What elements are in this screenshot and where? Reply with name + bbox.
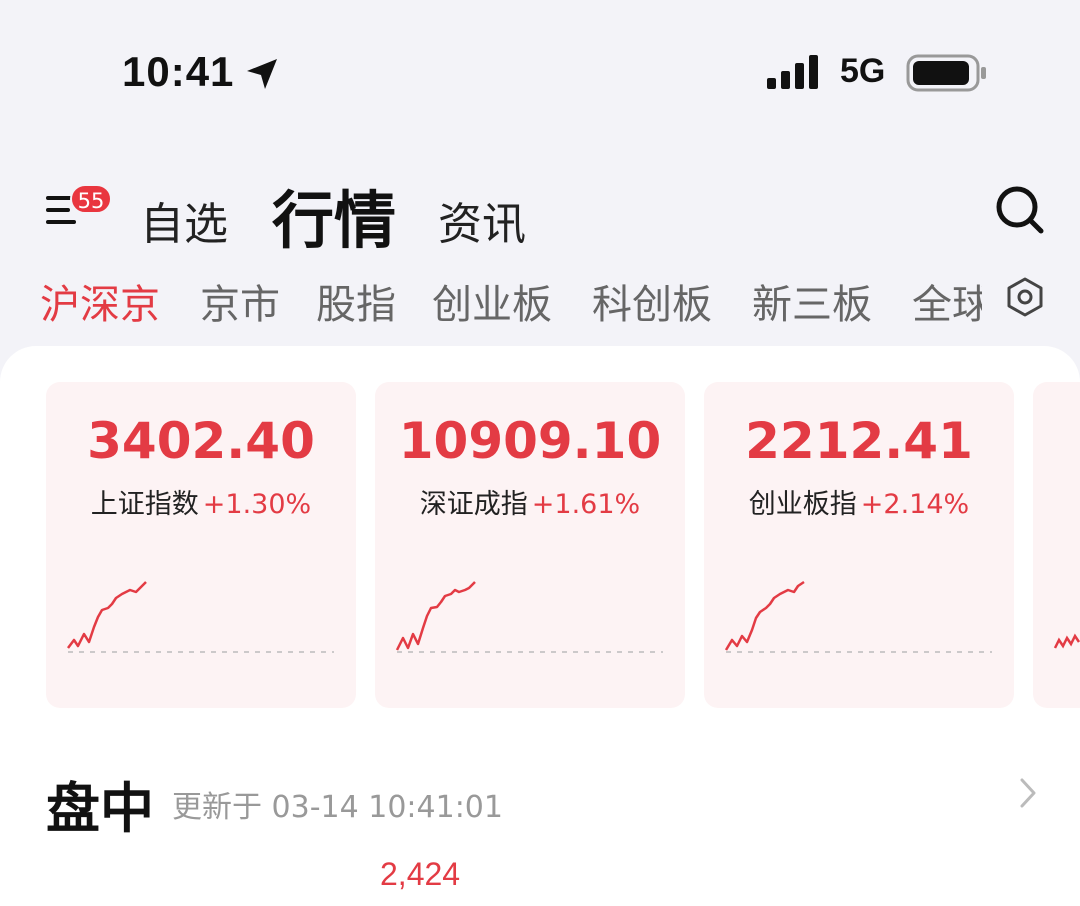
intraday-title: 盘中 xyxy=(46,777,154,840)
intraday-update-time: 更新于 03-14 10:41:01 xyxy=(172,790,503,825)
index-change: +1.30% xyxy=(202,489,312,520)
market-tab-index[interactable]: 股指 xyxy=(316,272,396,330)
content-panel: 3402.40 上证指数 +1.30% 10909.10 深证成指 +1.61% 2… xyxy=(0,346,1080,906)
location-arrow-icon xyxy=(247,59,277,89)
signal-bars-icon xyxy=(767,55,818,89)
tab-watchlist[interactable]: 自选 xyxy=(140,188,228,252)
index-sparkline xyxy=(724,580,992,653)
market-tab-chinext[interactable]: 创业板 xyxy=(432,272,552,330)
chevron-right-icon[interactable] xyxy=(1014,776,1042,810)
index-label: 深证成指 +1.61% xyxy=(375,482,685,521)
intraday-count: 2,424 xyxy=(380,856,461,892)
top-header: 55 自选 行情 资讯 xyxy=(0,150,1080,257)
index-card-sse[interactable]: 3402.40 上证指数 +1.30% xyxy=(46,382,356,708)
index-card-chinext[interactable]: 2212.41 创业板指 +2.14% xyxy=(704,382,1014,708)
market-tab-beijing[interactable]: 京市 xyxy=(200,272,280,330)
market-tab-global[interactable]: 全球 xyxy=(912,272,992,330)
index-name: 创业板指 xyxy=(748,489,857,520)
index-card-szse[interactable]: 10909.10 深证成指 +1.61% xyxy=(375,382,685,708)
market-tab-shenzhen-shanghai-beijing[interactable]: 沪深京 xyxy=(40,272,160,330)
tab-market[interactable]: 行情 xyxy=(272,170,396,260)
market-tab-star[interactable]: 科创板 xyxy=(592,272,712,330)
index-name: 深证成指 xyxy=(419,489,528,520)
status-time: 10:41 xyxy=(122,48,235,95)
settings-hexagon-icon[interactable] xyxy=(1004,276,1046,318)
network-type: 5G xyxy=(840,52,886,90)
market-tab-neeq[interactable]: 新三板 xyxy=(752,272,872,330)
search-icon[interactable] xyxy=(994,184,1046,236)
index-sparkline xyxy=(1053,633,1080,649)
index-value: 3402.40 xyxy=(87,412,315,470)
index-name: 上证指数 xyxy=(90,489,199,520)
index-sparkline xyxy=(67,581,334,653)
index-label: 创业板指 +2.14% xyxy=(704,482,1014,521)
status-bar: 10:41 5G xyxy=(0,0,1080,140)
battery-icon xyxy=(906,54,986,92)
index-sparkline xyxy=(395,581,663,653)
index-card-partial[interactable] xyxy=(1033,382,1080,708)
index-value: 2212.41 xyxy=(745,412,973,470)
index-label: 上证指数 +1.30% xyxy=(46,482,356,521)
index-value: 10909.10 xyxy=(398,412,662,470)
index-change: +1.61% xyxy=(531,489,641,520)
notification-badge: 55 xyxy=(70,184,112,214)
index-change: +2.14% xyxy=(860,489,970,520)
market-tabs: 沪深京 京市 股指 创业板 科创板 新三板 全球 xyxy=(0,262,1080,334)
tab-news[interactable]: 资讯 xyxy=(438,188,526,252)
